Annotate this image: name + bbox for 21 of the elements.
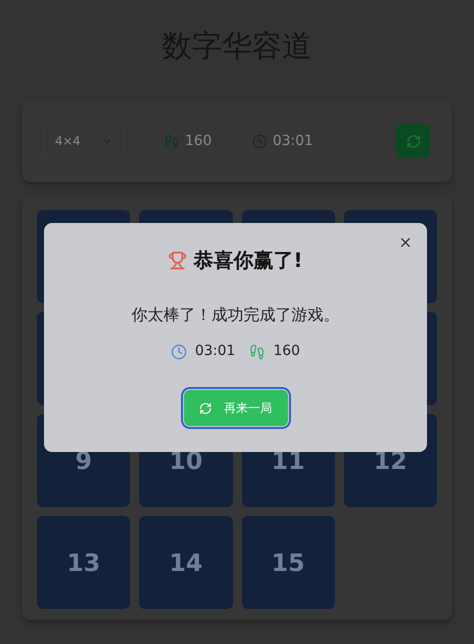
final-moves: 160 (273, 342, 300, 361)
success-message: 你太棒了！成功完成了游戏。 (132, 304, 340, 326)
close-button[interactable] (398, 235, 413, 250)
final-time: 03:01 (194, 342, 236, 361)
refresh-icon (406, 134, 420, 148)
timer: 03:01 (272, 132, 314, 150)
restart-button[interactable] (396, 124, 430, 158)
play-again-button[interactable]: 再来一局 (184, 390, 288, 426)
refresh-icon (199, 402, 212, 414)
clock-icon (170, 344, 187, 360)
dialog-title: 恭喜你赢了! (193, 247, 303, 274)
number-tile[interactable]: 13 (37, 516, 130, 609)
footprints-icon (249, 344, 266, 360)
clock-icon (252, 134, 267, 148)
moves-count: 160 (185, 132, 212, 150)
number-tile[interactable]: 15 (242, 516, 335, 609)
close-icon (398, 235, 413, 250)
trophy-icon (168, 250, 188, 270)
number-tile[interactable]: 14 (139, 516, 232, 609)
footprints-icon (164, 134, 179, 148)
size-select[interactable]: 4×4 (44, 123, 124, 159)
